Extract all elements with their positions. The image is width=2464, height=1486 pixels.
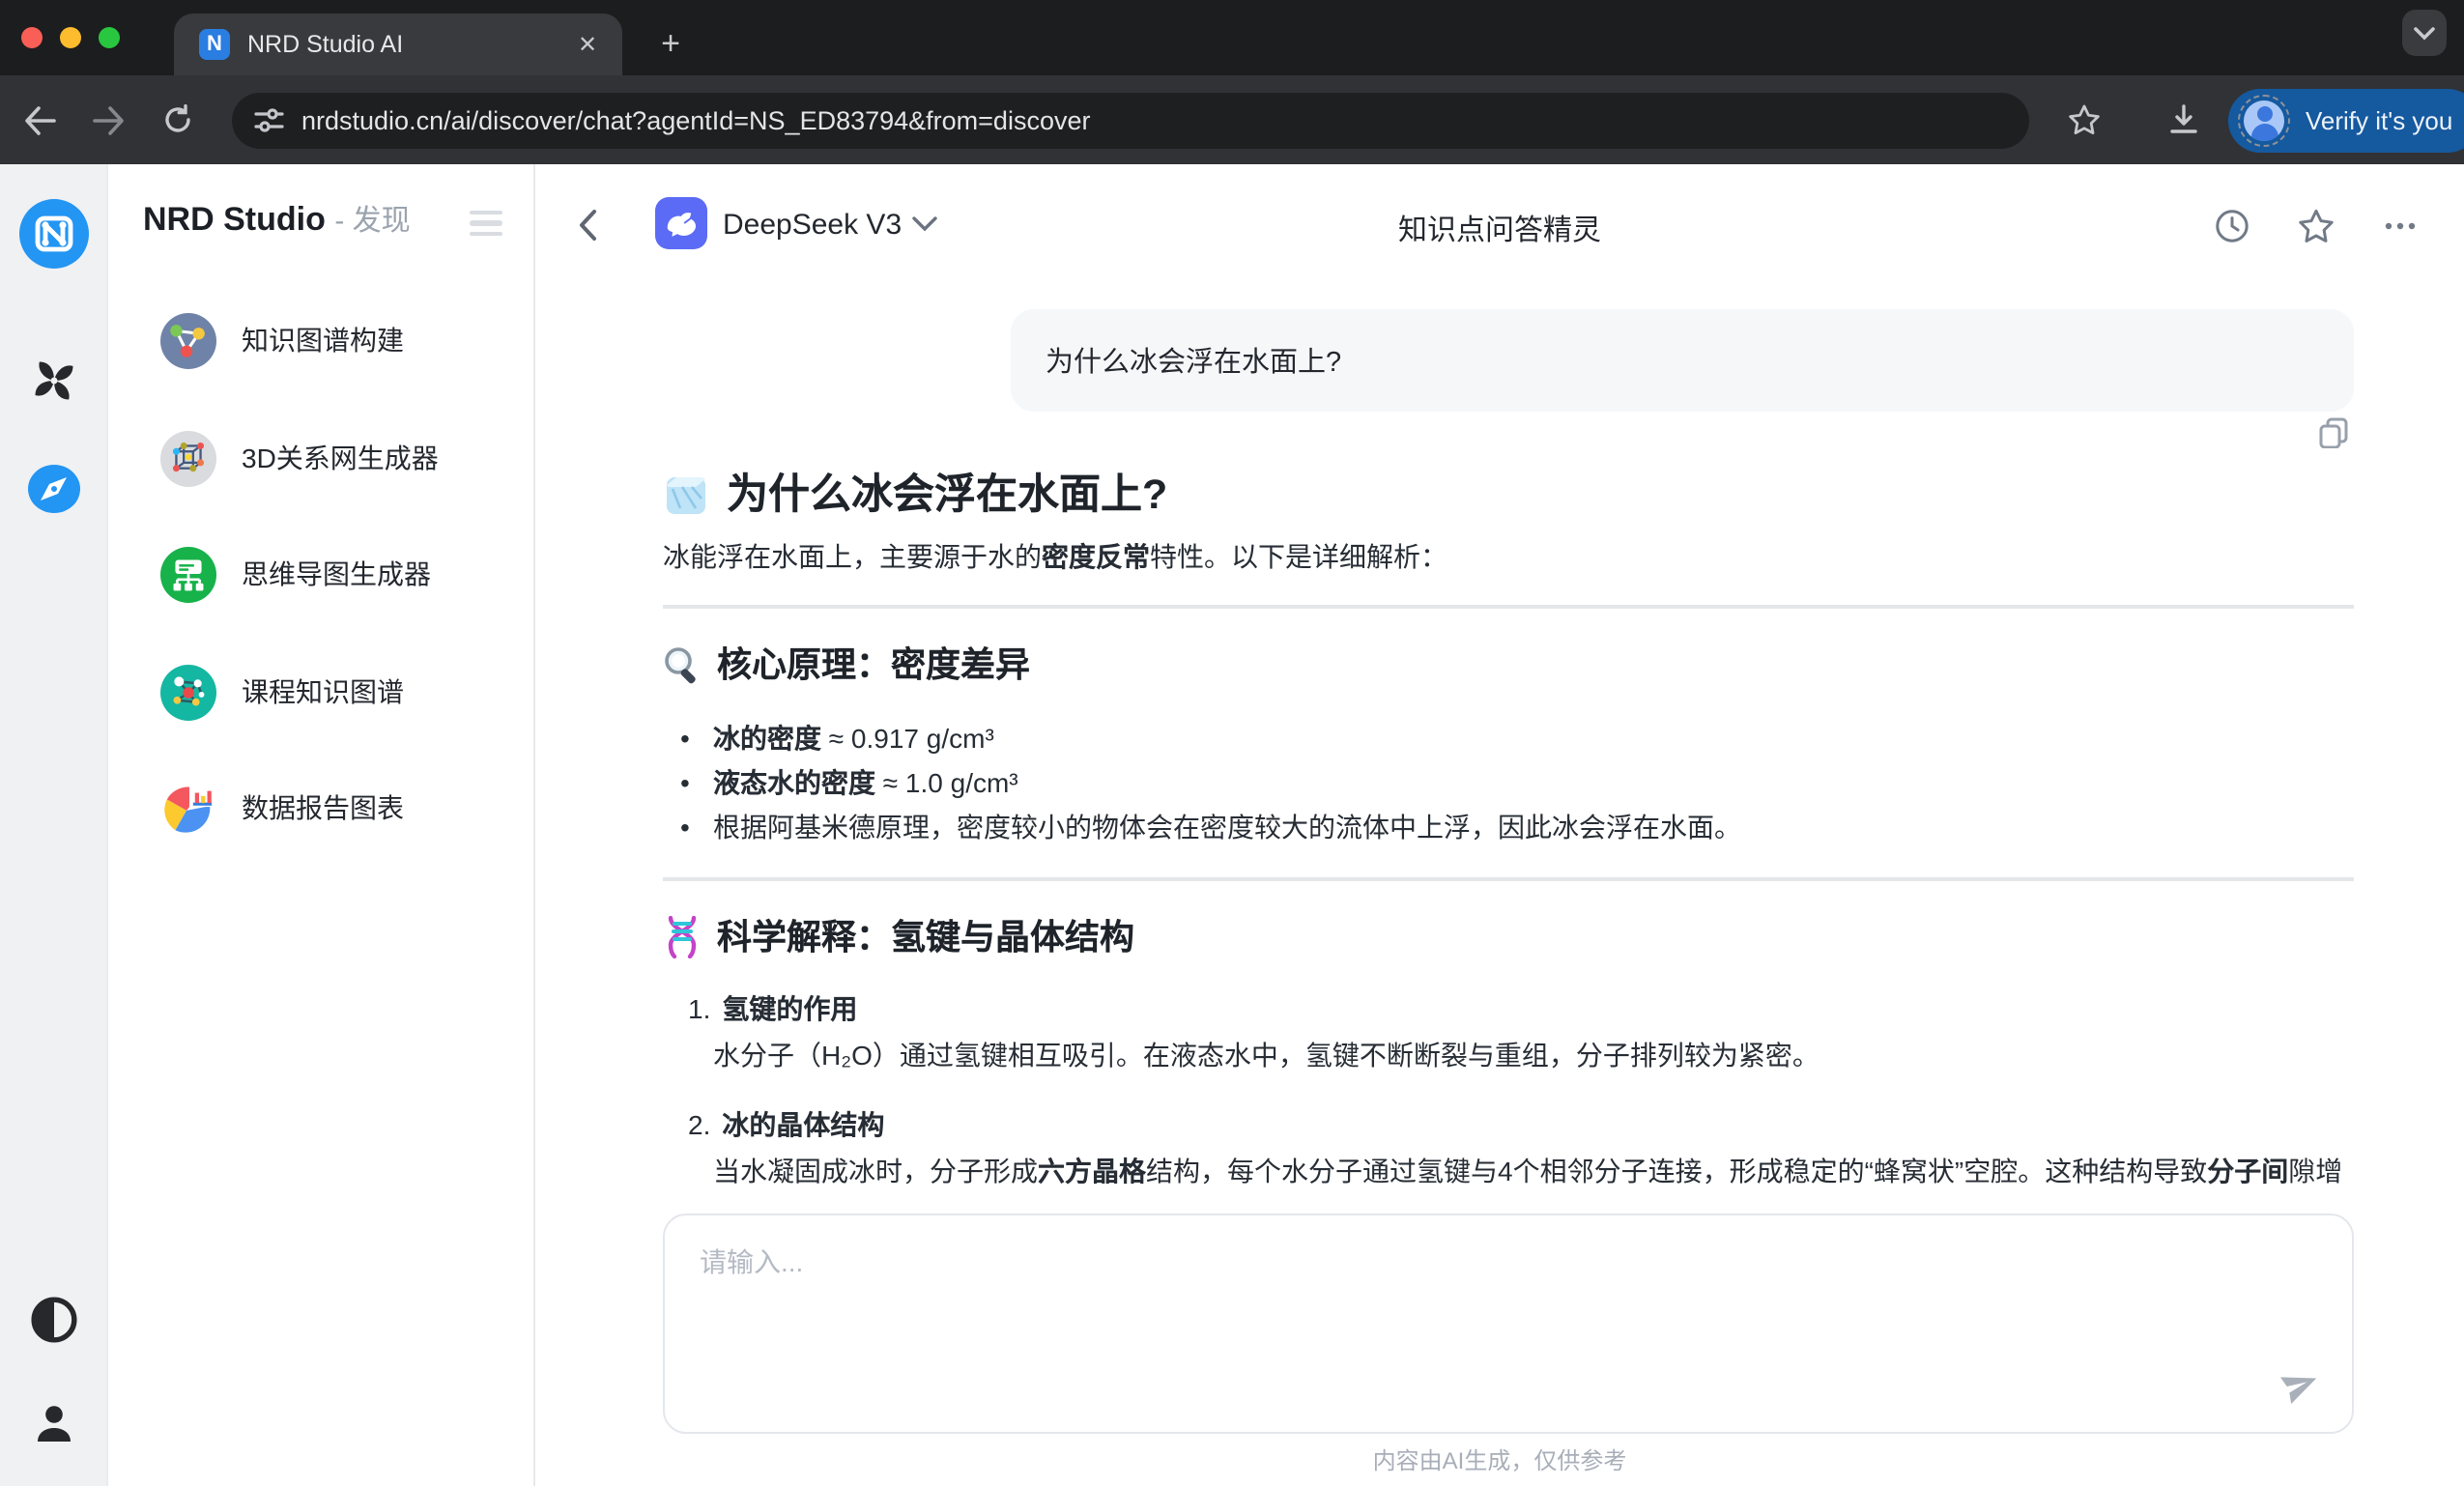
sidebar-item-3d-network[interactable]: 3D关系网生成器: [160, 429, 439, 487]
ice-cube-icon: [663, 472, 709, 518]
sidebar-item-mindmap[interactable]: 思维导图生成器: [160, 545, 431, 603]
bullet-list: 冰的密度 ≈ 0.917 g/cm³ 液态水的密度 ≈ 1.0 g/cm³ 根据…: [663, 717, 2354, 850]
new-tab-button[interactable]: +: [649, 23, 692, 66]
chat-input[interactable]: [696, 1239, 2255, 1409]
data-chart-icon: [160, 780, 216, 836]
send-plane-icon: [2274, 1357, 2327, 1411]
screen: N NRD Studio AI ✕ + nrd: [0, 0, 2464, 1486]
favorite-button[interactable]: [2296, 207, 2335, 245]
bookmark-button[interactable]: [2056, 93, 2110, 147]
numbered-item-body: 水分子（H₂O）通过氢键相互吸引。在液态水中，氢键不断断裂与重组，分子排列较为紧…: [663, 1032, 2354, 1078]
course-graph-icon: [160, 664, 216, 720]
history-button[interactable]: [2213, 207, 2251, 245]
sidebar-item-course-graph[interactable]: 课程知识图谱: [160, 663, 404, 721]
list-item: 根据阿基米德原理，密度较小的物体会在密度较大的流体中上浮，因此冰会浮在水面。: [663, 806, 2354, 850]
pinwheel-icon[interactable]: [28, 356, 78, 406]
window-close-button[interactable]: [21, 27, 43, 48]
profile-icon[interactable]: [30, 1401, 76, 1447]
window-zoom-button[interactable]: [99, 27, 120, 48]
tab-strip: N NRD Studio AI ✕ +: [0, 0, 2464, 75]
downloads-button[interactable]: [2157, 93, 2211, 147]
copy-icon: [2319, 417, 2348, 448]
answer-heading: 为什么冰会浮在水面上?: [663, 466, 2354, 524]
app-page: NRD Studio - 发现 知识图谱构建 3D关系网生成器 思维导图生成器 …: [0, 164, 2464, 1486]
list-item: 液态水的密度 ≈ 1.0 g/cm³: [663, 761, 2354, 806]
chat-more-button[interactable]: [2381, 207, 2420, 245]
back-arrow-icon: [22, 105, 55, 134]
brand-suffix: - 发现: [334, 205, 410, 238]
chat-area: DeepSeek V3 知识点问答精灵 为什么冰会浮在水面上?: [535, 164, 2464, 1486]
section2-title: 科学解释：氢键与晶体结构: [717, 912, 1134, 962]
theme-toggle-icon[interactable]: [29, 1296, 77, 1344]
sidebar-item-label: 3D关系网生成器: [242, 439, 439, 477]
sidebar-item-knowledge-graph[interactable]: 知识图谱构建: [160, 311, 404, 369]
magnifier-icon: [663, 644, 702, 685]
assistant-response: 为什么冰会浮在水面上? 冰能浮在水面上，主要源于水的密度反常特性。以下是详细解析…: [663, 458, 2354, 1204]
network-3d-icon: [160, 430, 216, 486]
numbered-item: 2.冰的晶体结构 当水凝固成冰时，分子形成六方晶格结构，每个水分子通过氢键与4个…: [663, 1101, 2354, 1204]
verify-label: Verify it's you: [2306, 105, 2452, 134]
site-settings-icon[interactable]: [249, 100, 288, 139]
sidebar-item-label: 知识图谱构建: [242, 321, 404, 359]
answer-heading-text: 为什么冰会浮在水面上?: [727, 466, 1167, 524]
chevron-down-icon: [2414, 26, 2435, 40]
sidebar-item-data-chart[interactable]: 数据报告图表: [160, 779, 404, 837]
ai-disclaimer: 内容由AI生成，仅供参考: [535, 1443, 2464, 1476]
url-bar[interactable]: nrdstudio.cn/ai/discover/chat?agentId=NS…: [232, 92, 2029, 148]
nrd-logo[interactable]: [18, 199, 88, 269]
sidebar-item-label: 课程知识图谱: [242, 672, 404, 711]
user-message-text: 为什么冰会浮在水面上?: [1046, 340, 1341, 381]
numbered-item-body: 当水凝固成冰时，分子形成六方晶格结构，每个水分子通过氢键与4个相邻分子连接，形成…: [663, 1148, 2354, 1204]
divider: [663, 605, 2354, 609]
user-message-bubble: 为什么冰会浮在水面上?: [1011, 309, 2354, 412]
sidebar-collapse-button[interactable]: [470, 211, 502, 236]
tab-close-icon[interactable]: ✕: [572, 29, 603, 60]
chat-header: DeepSeek V3 知识点问答精灵: [535, 164, 2464, 276]
section2-heading: 科学解释：氢键与晶体结构: [663, 912, 2354, 962]
copy-message-button[interactable]: [2319, 417, 2348, 448]
ellipsis-icon: [2385, 222, 2416, 230]
mindmap-icon: [160, 546, 216, 602]
star-icon: [2297, 209, 2334, 243]
download-icon: [2168, 104, 2199, 135]
agent-title: 知识点问答精灵: [535, 209, 2464, 249]
profile-avatar-ring: [2238, 94, 2290, 146]
divider: [663, 877, 2354, 881]
browser-chrome: N NRD Studio AI ✕ + nrd: [0, 0, 2464, 164]
sidebar-item-label: 数据报告图表: [242, 788, 404, 827]
section1-heading: 核心原理：密度差异: [663, 640, 2354, 690]
discover-compass-icon[interactable]: [27, 465, 79, 513]
browser-toolbar: nrdstudio.cn/ai/discover/chat?agentId=NS…: [0, 75, 2464, 164]
forward-arrow-icon: [92, 105, 125, 134]
left-icon-rail: [0, 164, 108, 1486]
list-item: 冰的密度 ≈ 0.917 g/cm³: [663, 717, 2354, 761]
window-minimize-button[interactable]: [60, 27, 81, 48]
forward-button[interactable]: [81, 93, 135, 147]
brand-name: NRD Studio: [143, 201, 326, 238]
sidebar-item-label: 思维导图生成器: [242, 555, 431, 593]
answer-intro: 冰能浮在水面上，主要源于水的密度反常特性。以下是详细解析：: [663, 535, 2354, 578]
tab-search-button[interactable]: [2402, 10, 2447, 56]
verify-its-you-button[interactable]: Verify it's you: [2228, 88, 2464, 152]
numbered-item: 1.氢键的作用 水分子（H₂O）通过氢键相互吸引。在液态水中，氢键不断断裂与重组…: [663, 986, 2354, 1078]
reload-icon: [162, 104, 193, 135]
chat-input-panel: [663, 1214, 2354, 1434]
section1-title: 核心原理：密度差异: [717, 640, 1030, 690]
numbered-list: 1.氢键的作用 水分子（H₂O）通过氢键相互吸引。在液态水中，氢键不断断裂与重组…: [663, 986, 2354, 1204]
knowledge-graph-icon: [160, 312, 216, 368]
tab-favicon: N: [199, 29, 230, 60]
avatar: [2244, 100, 2284, 140]
tab-title: NRD Studio AI: [247, 31, 572, 58]
star-icon: [2067, 104, 2100, 135]
reload-button[interactable]: [151, 93, 205, 147]
dna-icon: [663, 916, 702, 958]
send-button[interactable]: [2278, 1362, 2321, 1405]
sidebar: NRD Studio - 发现 知识图谱构建 3D关系网生成器 思维导图生成器 …: [108, 164, 535, 1486]
sidebar-brand: NRD Studio - 发现: [143, 199, 411, 240]
browser-tab[interactable]: N NRD Studio AI ✕: [174, 14, 622, 75]
clock-icon: [2215, 209, 2249, 243]
url-text[interactable]: nrdstudio.cn/ai/discover/chat?agentId=NS…: [301, 105, 1091, 134]
back-button[interactable]: [12, 93, 66, 147]
